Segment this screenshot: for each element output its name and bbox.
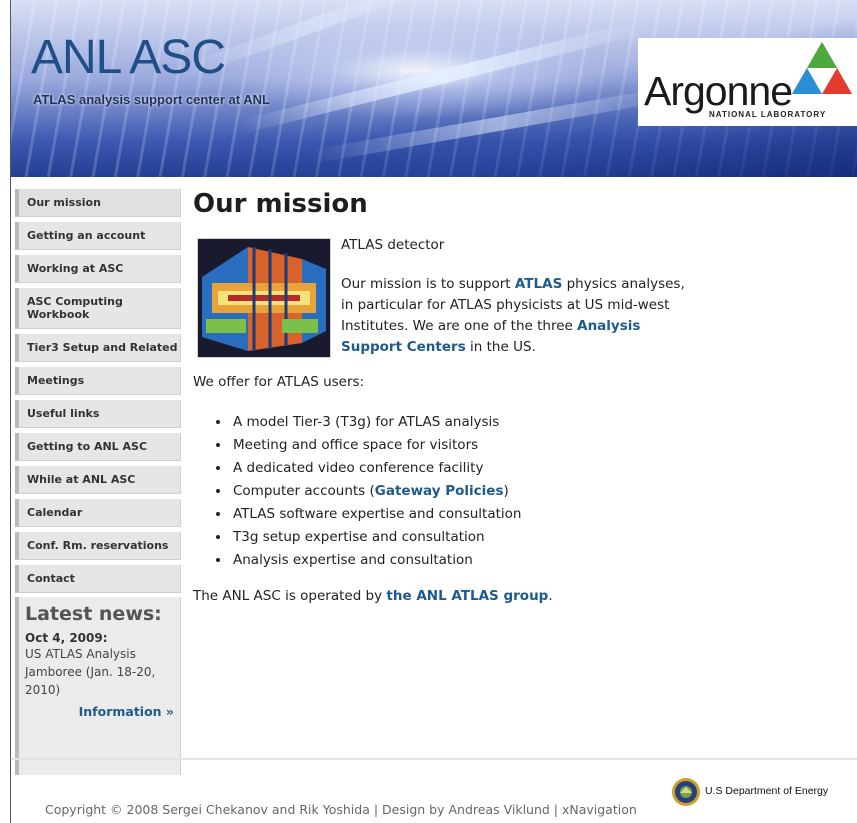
list-item: Computer accounts (Gateway Policies): [231, 480, 521, 503]
sidebar-item-tier3-setup[interactable]: Tier3 Setup and Related: [15, 334, 181, 362]
sidebar-item-working-at-asc[interactable]: Working at ASC: [15, 255, 181, 283]
argonne-logo-word: Argonne: [644, 68, 793, 114]
sidebar-nav: Our mission Getting an account Working a…: [15, 189, 181, 775]
latest-news-title: Latest news:: [25, 603, 162, 625]
list-item: ATLAS software expertise and consultatio…: [231, 503, 521, 526]
footer-divider: [11, 758, 857, 760]
sidebar-item-conf-rm-reservations[interactable]: Conf. Rm. reservations: [15, 532, 181, 560]
mission-text: Our mission is to support: [341, 276, 515, 292]
page-frame: ANL ASC ATLAS analysis support center at…: [10, 0, 857, 823]
sidebar-item-while-at-anl-asc[interactable]: While at ANL ASC: [15, 466, 181, 494]
page-title: Our mission: [193, 189, 368, 219]
sidebar-item-contact[interactable]: Contact: [15, 565, 181, 593]
copyright-text: Copyright © 2008 Sergei Chekanov and Rik…: [45, 802, 637, 817]
list-item: Meeting and office space for visitors: [231, 434, 521, 457]
detector-caption: ATLAS detector: [341, 237, 445, 253]
latest-news-box: Latest news: Oct 4, 2009: US ATLAS Analy…: [15, 597, 181, 775]
site-subtitle: ATLAS analysis support center at ANL: [33, 92, 270, 107]
argonne-logo[interactable]: Argonne NATIONAL LABORATORY: [638, 38, 857, 126]
atlas-detector-image: [197, 238, 331, 358]
sidebar-item-asc-computing-workbook[interactable]: ASC Computing Workbook: [15, 288, 181, 329]
news-date: Oct 4, 2009:: [25, 631, 108, 645]
list-item-text: ): [503, 483, 509, 499]
header-banner: ANL ASC ATLAS analysis support center at…: [11, 0, 857, 177]
gateway-policies-link[interactable]: Gateway Policies: [375, 483, 504, 499]
mission-paragraph: Our mission is to support ATLAS physics …: [341, 274, 701, 358]
list-item: T3g setup expertise and consultation: [231, 526, 521, 549]
list-item: A dedicated video conference facility: [231, 457, 521, 480]
sidebar-item-calendar[interactable]: Calendar: [15, 499, 181, 527]
news-information-link[interactable]: Information »: [25, 704, 174, 719]
sidebar-item-getting-an-account[interactable]: Getting an account: [15, 222, 181, 250]
main-content: Our mission ATLAS detector Our mission i…: [193, 189, 713, 604]
atlas-detector-illustration: [198, 239, 330, 357]
argonne-logo-subtitle: NATIONAL LABORATORY: [709, 110, 827, 119]
list-item: A model Tier-3 (T3g) for ATLAS analysis: [231, 411, 521, 434]
doe-label: U.S Department of Energy: [705, 785, 829, 797]
mission-text: in the US.: [465, 339, 536, 355]
operated-text: The ANL ASC is operated by: [193, 588, 387, 604]
list-item-text: Computer accounts (: [233, 483, 375, 499]
sidebar-item-getting-to-anl-asc[interactable]: Getting to ANL ASC: [15, 433, 181, 461]
operated-by-paragraph: The ANL ASC is operated by the ANL ATLAS…: [193, 588, 553, 604]
operated-text: .: [548, 588, 553, 604]
list-item: Analysis expertise and consultation: [231, 549, 521, 572]
anl-atlas-group-link[interactable]: the ANL ATLAS group: [386, 588, 548, 604]
site-title: ANL ASC: [31, 31, 226, 84]
sidebar-item-meetings[interactable]: Meetings: [15, 367, 181, 395]
offer-lead: We offer for ATLAS users:: [193, 374, 365, 390]
doe-seal-icon[interactable]: [671, 777, 701, 807]
offer-list: A model Tier-3 (T3g) for ATLAS analysis …: [193, 411, 521, 572]
sidebar-item-useful-links[interactable]: Useful links: [15, 400, 181, 428]
sidebar-item-our-mission[interactable]: Our mission: [15, 189, 181, 217]
news-text: US ATLAS Analysis Jamboree (Jan. 18-20, …: [25, 647, 156, 697]
atlas-link[interactable]: ATLAS: [515, 276, 562, 292]
argonne-triangle-icon: [792, 42, 852, 94]
